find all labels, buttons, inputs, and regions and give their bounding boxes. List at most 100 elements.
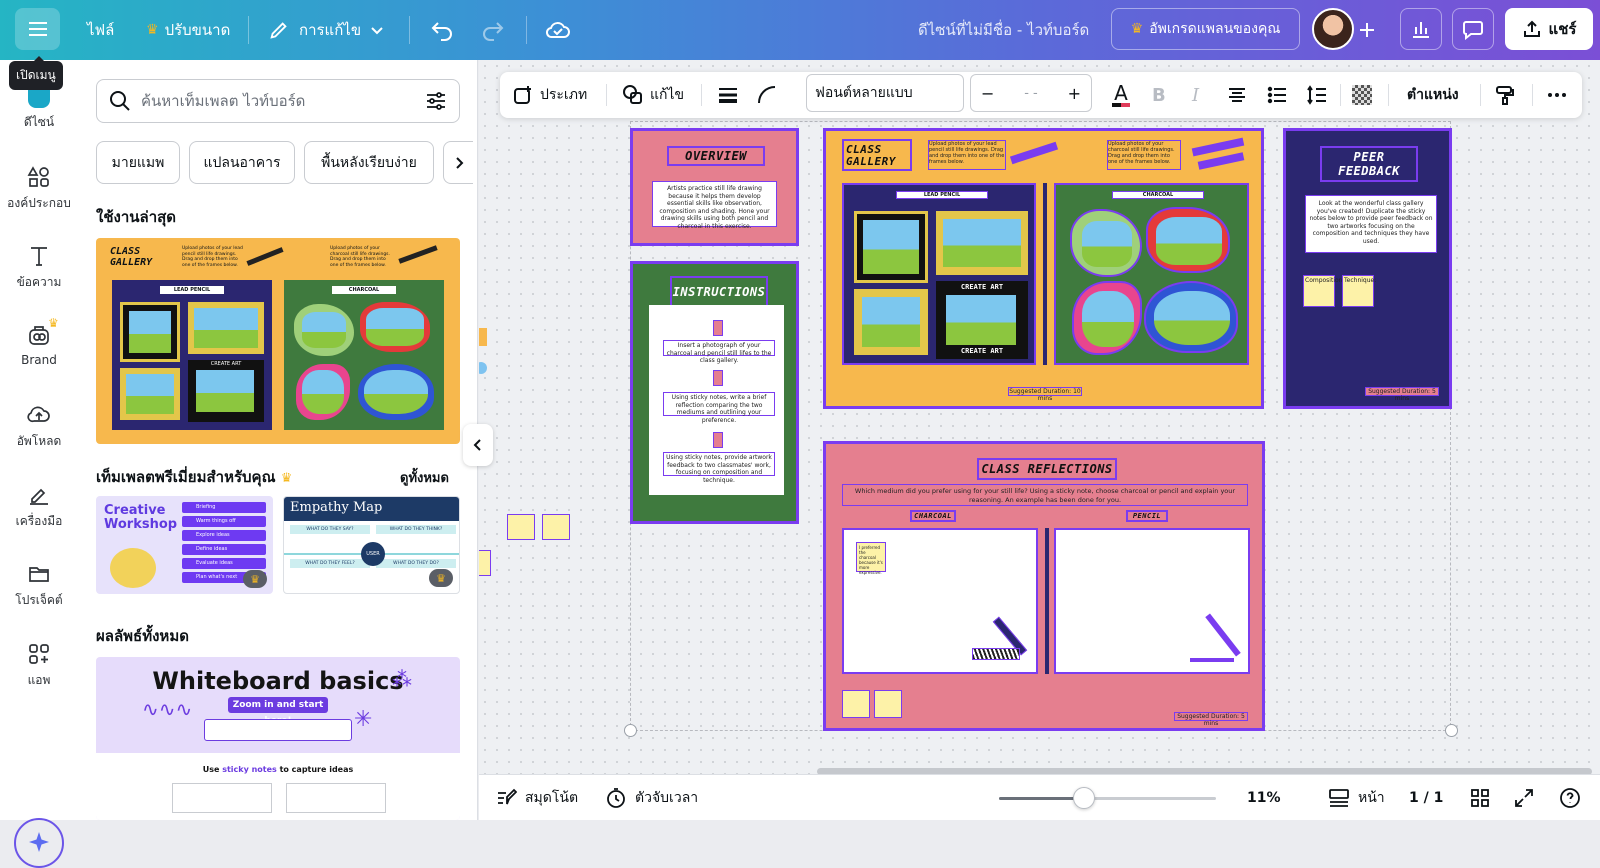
increase-size-button[interactable]: + <box>1068 84 1081 103</box>
sticky-note[interactable] <box>842 690 870 718</box>
art-frame <box>120 368 180 420</box>
rail-item-elements[interactable]: องค์ประกอบ <box>0 165 78 213</box>
line-weight-button[interactable] <box>717 72 739 118</box>
share-button[interactable]: แชร์ <box>1505 8 1593 50</box>
sticky-note[interactable] <box>507 514 535 540</box>
edit-menu-button[interactable]: การแก้ไข <box>268 0 384 60</box>
undo-button[interactable] <box>430 0 454 60</box>
user-avatar[interactable] <box>1312 8 1354 50</box>
rail-item-projects[interactable]: โปรเจ็คต์ <box>0 562 78 610</box>
collapse-panel-button[interactable] <box>463 424 493 466</box>
upgrade-plan-button[interactable]: ♛ อัพเกรดแพลนของคุณ <box>1111 8 1300 50</box>
fullscreen-button[interactable] <box>1513 775 1535 821</box>
file-menu[interactable]: ไฟล์ <box>87 0 114 60</box>
art-blob-4[interactable] <box>1144 281 1238 353</box>
overview-card[interactable]: OVERVIEW Artists practice still life dra… <box>630 128 799 246</box>
instructions-card[interactable]: INSTRUCTIONS Insert a photograph of your… <box>630 261 799 524</box>
timer-button[interactable]: ตัวจับเวลา <box>605 775 698 821</box>
align-button[interactable] <box>1226 72 1248 118</box>
cloud-check-icon <box>545 22 570 38</box>
chip-mindmap[interactable]: มายแมพ <box>96 141 180 184</box>
art-blob-2[interactable] <box>1146 207 1230 273</box>
list-button[interactable] <box>1266 72 1288 118</box>
class-reflections-card[interactable]: CLASS REFLECTIONS Which medium did you p… <box>823 441 1265 731</box>
pages-button[interactable]: หน้า <box>1328 775 1385 821</box>
corner-rounding-button[interactable] <box>756 72 778 118</box>
zoom-slider-knob[interactable] <box>1072 787 1095 809</box>
bold-button[interactable]: B <box>1152 72 1166 118</box>
zoom-level[interactable]: 11% <box>1247 775 1281 821</box>
rail-item-draw[interactable]: เครื่องมือ <box>0 483 78 531</box>
recent-design-thumbnail[interactable]: CLASS GALLERY Upload photos of your lead… <box>96 238 460 444</box>
thumb-title: CLASS GALLERY <box>110 246 153 268</box>
example-sticky[interactable]: I preferred the charcoal because it's mo… <box>856 542 886 575</box>
font-family-select[interactable]: ฟอนต์หลายแบบ <box>806 74 964 112</box>
class-gallery-card[interactable]: CLASS GALLERY Upload photos of your lead… <box>823 128 1264 409</box>
rail-item-text[interactable]: ข้อความ <box>0 244 78 292</box>
rail-item-brand[interactable]: ♛ Brand <box>0 316 78 367</box>
copy-style-button[interactable] <box>1494 72 1516 118</box>
resize-button[interactable]: ♛ ปรับขนาด <box>146 0 230 60</box>
rail-item-upload[interactable]: อัพโหลด <box>0 403 78 451</box>
sticky-note[interactable] <box>479 550 491 576</box>
position-button[interactable]: ตำแหน่ง <box>1407 72 1459 118</box>
squiggle-icon: ∿∿∿ <box>142 697 193 721</box>
zoom-slider[interactable] <box>999 797 1216 800</box>
italic-button[interactable]: I <box>1192 72 1199 118</box>
art-frame-2[interactable] <box>936 211 1028 275</box>
help-button[interactable] <box>1559 775 1581 821</box>
main-menu-button[interactable] <box>15 8 60 50</box>
art-blob-3[interactable] <box>1072 281 1142 355</box>
divider <box>1340 84 1341 106</box>
template-whiteboard-basics[interactable]: Whiteboard basics ∿∿∿ ⁂ ✳ Zoom in and st… <box>96 657 460 820</box>
decrease-size-button[interactable]: − <box>981 84 994 103</box>
create-art-label: CREATE ART <box>960 347 1004 355</box>
premium-section-title: เท็มเพลตพรีเมี่ยมสำหรับคุณ ♛ <box>96 465 292 489</box>
spacing-button[interactable] <box>1306 72 1328 118</box>
filter-sliders-icon[interactable] <box>425 90 447 112</box>
transparency-button[interactable] <box>1352 72 1372 118</box>
tooltip-text: เปิดเมนู <box>16 68 56 82</box>
notes-button[interactable]: สมุดโน้ต <box>495 775 578 821</box>
text-icon <box>31 247 47 266</box>
art-frame-3[interactable] <box>854 289 928 355</box>
art-blob-1[interactable] <box>1070 209 1142 277</box>
pencil-response-area[interactable] <box>1054 528 1250 674</box>
template-search-field[interactable]: ค้นหาเท็มเพลต ไวท์บอร์ด <box>96 79 460 123</box>
sticky-note[interactable] <box>542 514 570 540</box>
document-title[interactable]: ดีไซน์ที่ไม่มีชื่อ - ไวท์บอร์ด <box>918 0 1089 60</box>
peer-feedback-card[interactable]: PEER FEEDBACK Look at the wonderful clas… <box>1283 128 1452 409</box>
add-collaborator-button[interactable] <box>1357 0 1377 60</box>
chips-next-button[interactable] <box>443 141 473 184</box>
timer-icon <box>607 788 625 808</box>
page-counter[interactable]: 1 / 1 <box>1409 775 1443 821</box>
art-frame-4[interactable]: CREATE ART CREATE ART <box>936 281 1028 359</box>
font-size-value[interactable]: - - <box>1024 86 1038 101</box>
edit-shape-button[interactable]: แก้ไข <box>622 72 684 118</box>
chip-floorplan[interactable]: แปลนอาคาร <box>189 141 295 184</box>
template-creative-workshop[interactable]: Creative Workshop Briefing Warm things o… <box>96 496 273 594</box>
shape-type-button[interactable]: ประเภท <box>512 72 587 118</box>
chip-simple-background[interactable]: พื้นหลังเรียบง่าย <box>304 141 434 184</box>
comments-button[interactable] <box>1452 8 1494 50</box>
redo-button[interactable] <box>481 0 505 60</box>
text-color-button[interactable]: A <box>1110 72 1132 118</box>
peer-sticky-technique[interactable]: Technique: <box>1342 275 1376 307</box>
analytics-button[interactable] <box>1400 8 1442 50</box>
resize-handle[interactable] <box>624 724 637 737</box>
resize-handle[interactable] <box>1445 724 1458 737</box>
paint-roller-icon <box>1496 86 1514 105</box>
rail-item-apps[interactable]: แอพ <box>0 642 78 690</box>
art-frame-1[interactable] <box>854 211 928 283</box>
more-options-button[interactable] <box>1546 72 1568 118</box>
see-all-link[interactable]: ดูทั้งหมด <box>400 467 449 488</box>
premium-crown-badge: ♛ <box>429 569 453 587</box>
sticky-note[interactable] <box>874 690 902 718</box>
peer-sticky-composition[interactable]: Composition: <box>1303 275 1345 307</box>
grid-view-button[interactable] <box>1469 775 1491 821</box>
cloud-save-status[interactable] <box>545 0 571 60</box>
art-blob <box>296 364 350 420</box>
template-empathy-map[interactable]: Empathy Map WHAT DO THEY SAY? WHAT DO TH… <box>283 496 460 594</box>
rail-item-design[interactable]: ดีไซน์ <box>0 84 78 132</box>
magic-assistant-button[interactable] <box>14 818 64 868</box>
